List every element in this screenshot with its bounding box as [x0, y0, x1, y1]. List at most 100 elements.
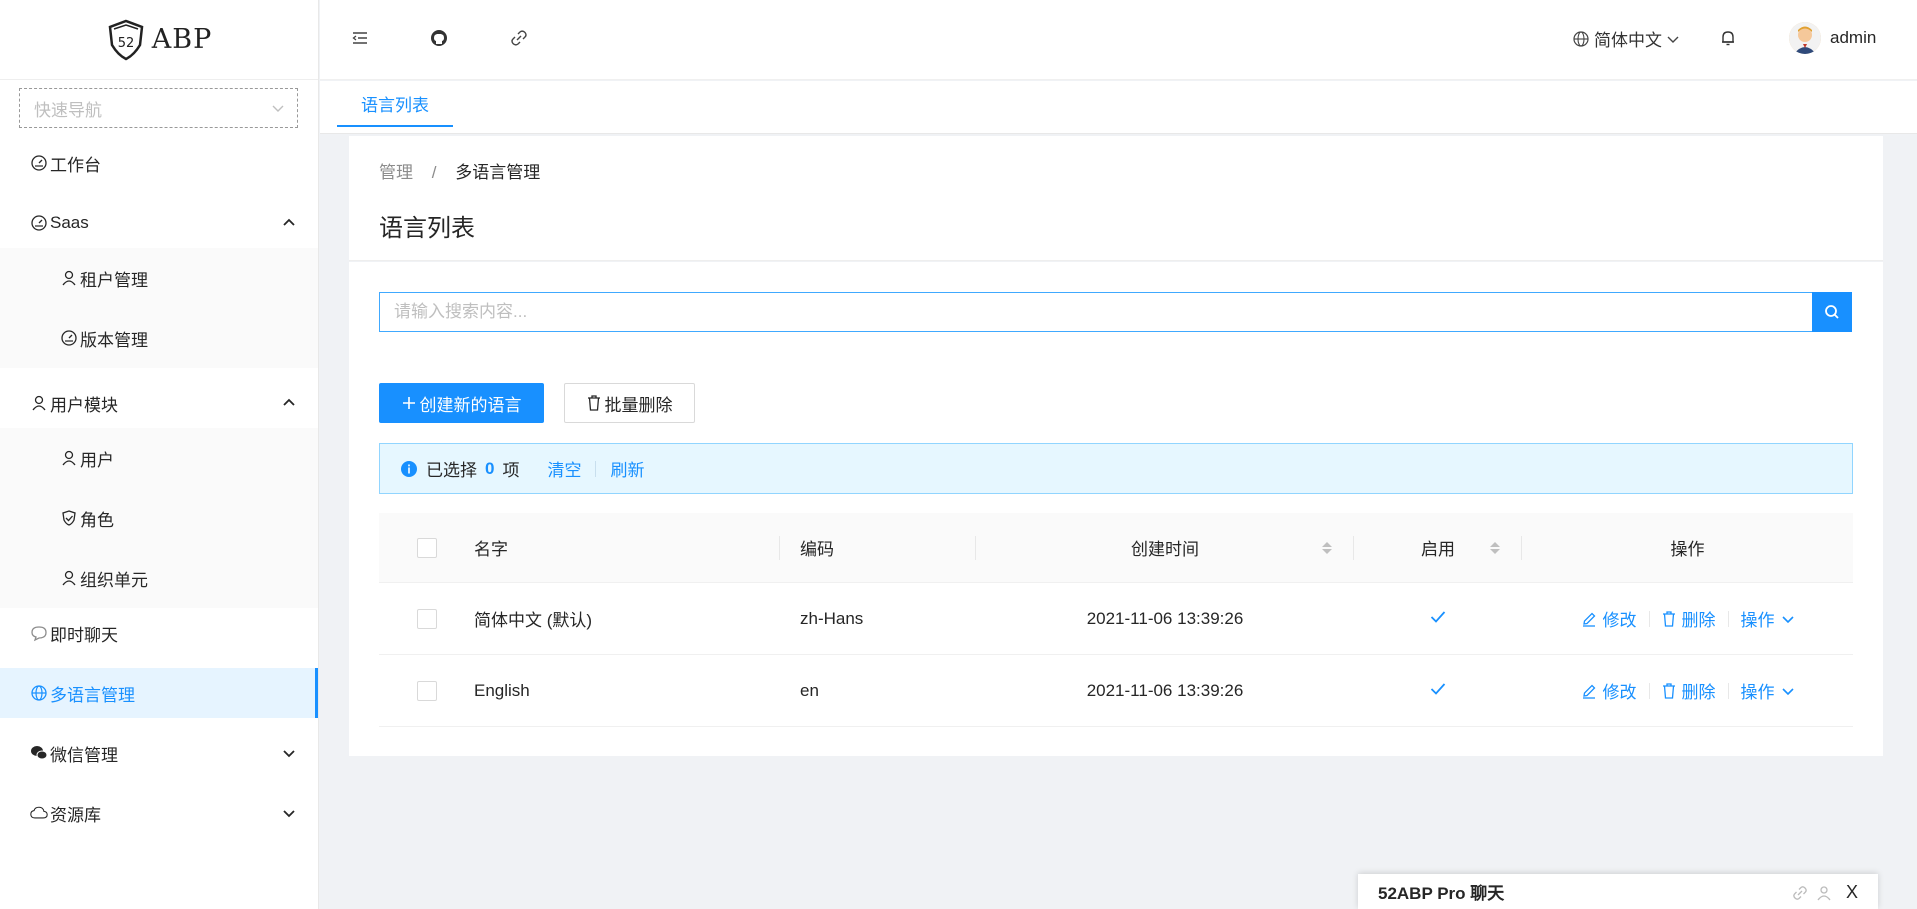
sidebar-item-org-units[interactable]: 组织单元	[0, 548, 318, 608]
sidebar-item-wechat[interactable]: 微信管理	[0, 728, 318, 778]
delete-button[interactable]: 删除	[1662, 606, 1716, 631]
delete-button[interactable]: 删除	[1662, 678, 1716, 703]
saas-submenu: 租户管理 版本管理	[0, 248, 318, 368]
sort-icon	[1322, 541, 1332, 554]
tab-language-list[interactable]: 语言列表	[337, 81, 453, 127]
page-title: 语言列表	[379, 215, 475, 242]
global-icon	[1573, 30, 1589, 47]
github-icon[interactable]	[429, 28, 451, 50]
avatar[interactable]	[1789, 22, 1821, 54]
quick-nav-select[interactable]: 快速导航	[19, 88, 298, 128]
sidebar-item-tenants[interactable]: 租户管理	[0, 248, 318, 308]
page-header: 管理 / 多语言管理 语言列表	[349, 136, 1883, 261]
language-switcher[interactable]: 简体中文	[1572, 26, 1680, 51]
language-table: 名字 编码 创建时间 启用 操作 简体中文 (默认) zh-Hans 2021-…	[379, 513, 1853, 727]
cell-created: 2021-11-06 13:39:26	[1086, 680, 1244, 700]
info-icon	[401, 460, 417, 477]
sidebar-item-label: 微信管理	[50, 745, 118, 765]
sidebar-item-chat[interactable]: 即时聊天	[0, 608, 318, 658]
delete-icon	[587, 395, 600, 411]
sidebar-item-users[interactable]: 用户	[0, 428, 318, 488]
sidebar-item-dashboard[interactable]: 工作台	[0, 138, 318, 188]
edit-label: 修改	[1602, 683, 1637, 702]
cell-enabled	[1354, 609, 1522, 629]
search-button[interactable]	[1812, 292, 1852, 332]
link-icon[interactable]	[509, 28, 531, 50]
delete-label: 删除	[1681, 683, 1716, 702]
link-icon[interactable]	[1792, 885, 1808, 901]
content-card: 创建新的语言 批量删除 已选择 0 项 清空 刷新 名字 编码 创建时间 启用 …	[349, 262, 1883, 756]
divider	[1648, 610, 1650, 627]
row-checkbox[interactable]	[416, 680, 437, 701]
global-icon	[30, 684, 48, 702]
sidebar-item-user-module[interactable]: 用户模块	[0, 378, 318, 428]
row-checkbox[interactable]	[416, 608, 437, 629]
safety-icon	[60, 509, 78, 527]
more-actions-dropdown[interactable]: 操作	[1741, 678, 1795, 703]
delete-icon	[1662, 610, 1675, 627]
more-actions-dropdown[interactable]: 操作	[1741, 606, 1795, 631]
user-module-submenu: 用户 角色 组织单元	[0, 428, 318, 608]
sidebar-item-label: 用户	[80, 450, 114, 470]
notification-bell-icon[interactable]	[1718, 28, 1738, 53]
divider	[1727, 682, 1729, 699]
edit-button[interactable]: 修改	[1581, 606, 1637, 631]
svg-text:52: 52	[117, 36, 134, 51]
breadcrumb-current: 多语言管理	[455, 163, 541, 182]
menu-fold-icon[interactable]	[350, 28, 372, 50]
sidebar-item-label: 多语言管理	[50, 685, 135, 705]
close-icon[interactable]: X	[1846, 882, 1858, 903]
search-bar	[379, 292, 1852, 332]
sidebar-item-resources[interactable]: 资源库	[0, 788, 318, 838]
edit-icon	[1582, 612, 1595, 627]
cell-code: zh-Hans	[800, 608, 864, 628]
column-name: 名字	[474, 535, 780, 560]
username[interactable]: admin	[1830, 28, 1876, 48]
cloud-icon	[30, 804, 48, 822]
cell-created: 2021-11-06 13:39:26	[1086, 608, 1244, 628]
column-code: 编码	[780, 535, 976, 560]
cell-code: en	[800, 680, 819, 700]
column-enabled[interactable]: 启用	[1354, 535, 1522, 560]
sidebar-item-editions[interactable]: 版本管理	[0, 308, 318, 368]
column-enabled-label: 启用	[1421, 540, 1455, 559]
wechat-icon	[30, 744, 48, 762]
breadcrumb-parent[interactable]: 管理	[379, 163, 413, 182]
user-icon[interactable]	[1816, 885, 1832, 901]
breadcrumb: 管理 / 多语言管理	[379, 158, 540, 183]
app-logo[interactable]: 52 ABP	[0, 0, 318, 80]
check-icon	[1430, 610, 1446, 623]
sort-icon	[1490, 541, 1500, 554]
sidebar-item-saas[interactable]: Saas	[0, 198, 318, 248]
top-header: 简体中文 admin	[320, 0, 1917, 80]
clear-selection-link[interactable]: 清空	[547, 456, 581, 481]
current-language: 简体中文	[1594, 31, 1662, 50]
refresh-link[interactable]: 刷新	[610, 456, 644, 481]
plus-icon	[402, 397, 415, 409]
chevron-down-icon	[283, 750, 295, 758]
create-language-button[interactable]: 创建新的语言	[379, 383, 544, 423]
more-label: 操作	[1740, 683, 1775, 702]
breadcrumb-separator: /	[431, 163, 437, 182]
tab-label: 语言列表	[361, 95, 429, 115]
more-label: 操作	[1740, 611, 1775, 630]
message-icon	[30, 624, 48, 642]
search-input[interactable]	[379, 292, 1812, 332]
column-created[interactable]: 创建时间	[976, 535, 1354, 560]
edit-icon	[1582, 684, 1595, 699]
sidebar-item-roles[interactable]: 角色	[0, 488, 318, 548]
table-header: 名字 编码 创建时间 启用 操作	[379, 513, 1853, 583]
edit-button[interactable]: 修改	[1581, 678, 1637, 703]
user-icon	[60, 449, 78, 467]
batch-delete-button[interactable]: 批量删除	[564, 383, 695, 423]
row-actions: 修改 删除 操作	[1522, 606, 1853, 631]
cell-enabled	[1354, 681, 1522, 701]
check-icon	[1430, 682, 1446, 695]
delete-label: 删除	[1681, 611, 1716, 630]
sidebar-item-languages[interactable]: 多语言管理	[0, 668, 318, 718]
sidebar-menu: 工作台 Saas 租户管理 版本管理 用户模块 用户 角色 组织单元 即时聊天 …	[0, 138, 318, 838]
sidebar-item-label: 资源库	[50, 805, 101, 825]
sidebar-item-label: 组织单元	[80, 570, 148, 590]
chat-widget[interactable]: 52ABP Pro 聊天 X	[1358, 874, 1878, 909]
select-all-checkbox[interactable]	[416, 537, 437, 558]
